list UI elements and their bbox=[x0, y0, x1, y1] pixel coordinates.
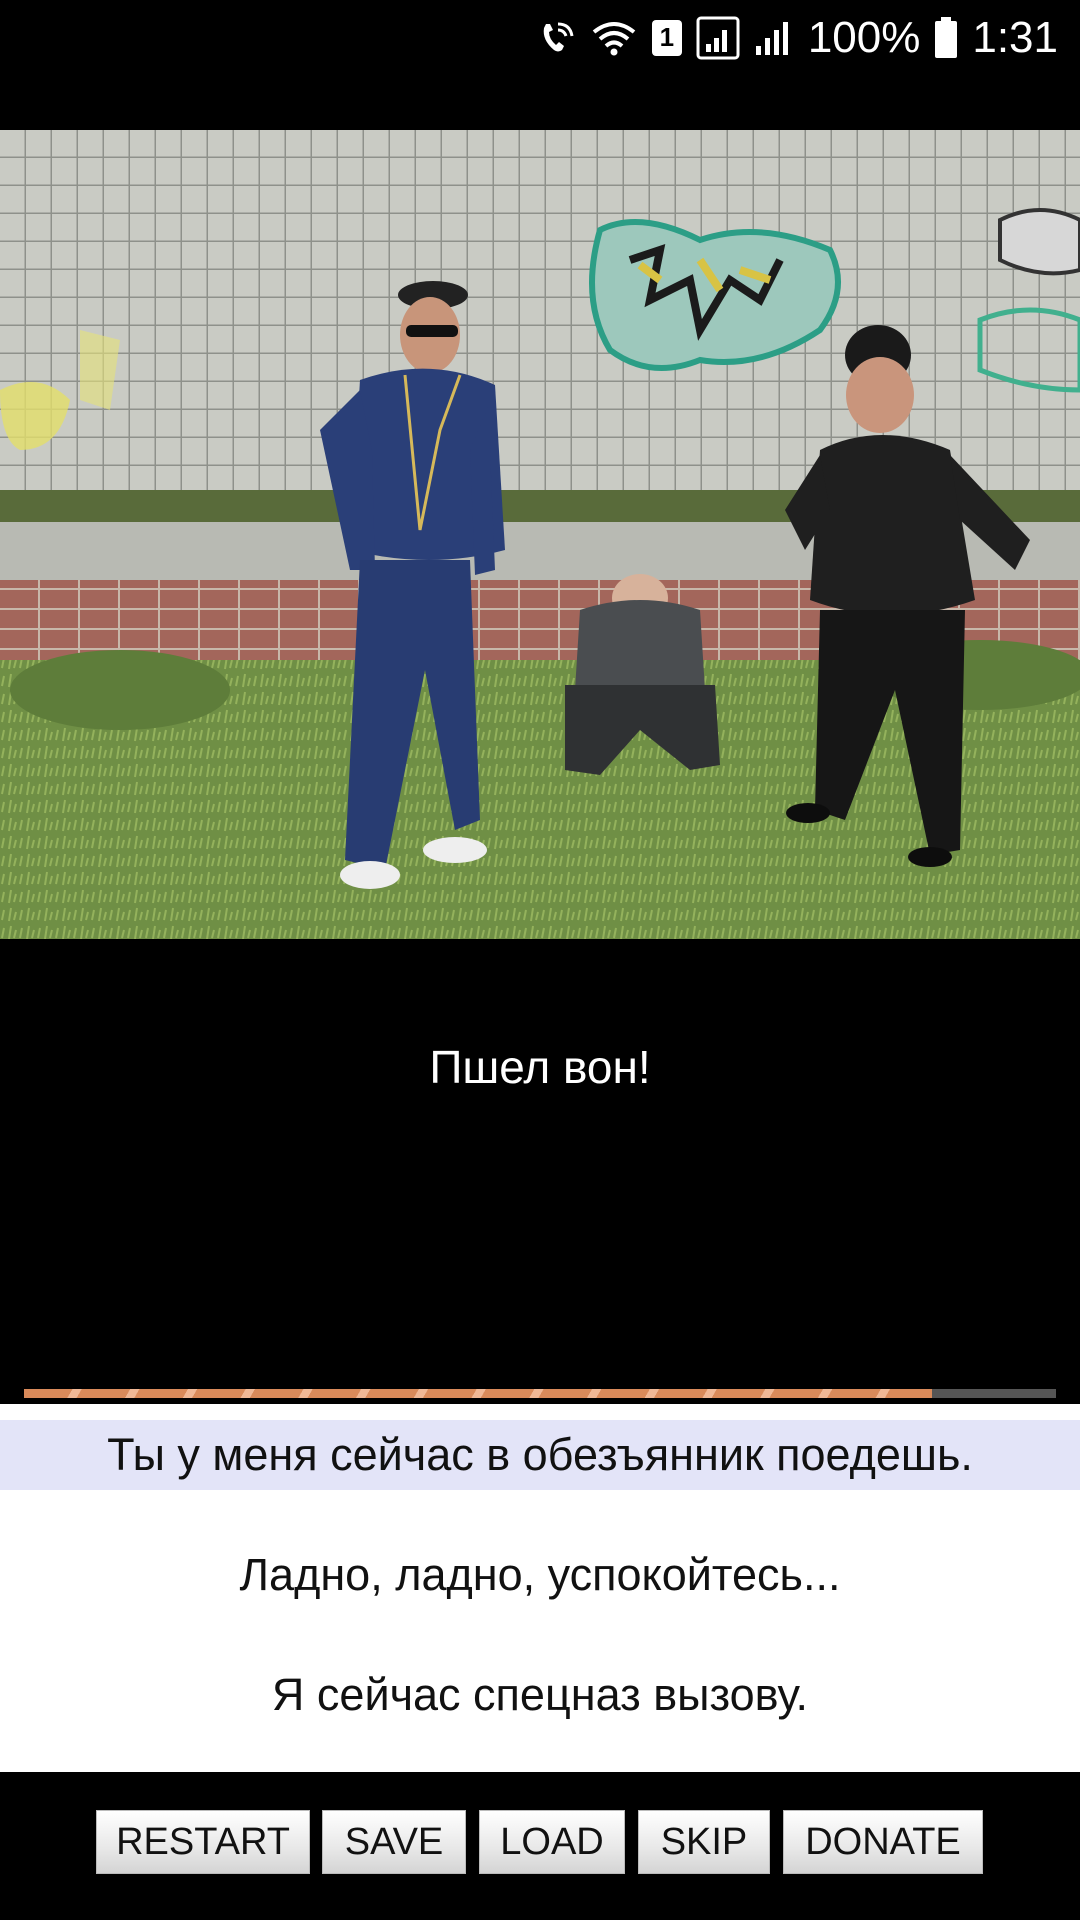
narration-text: Пшел вон! bbox=[429, 1041, 651, 1093]
choice-option-3[interactable]: Я сейчас спецназ вызову. bbox=[0, 1660, 1080, 1730]
battery-icon bbox=[934, 16, 958, 59]
status-bar: 1 100% 1:31 bbox=[0, 0, 1080, 75]
donate-button[interactable]: DONATE bbox=[783, 1810, 983, 1874]
progress-bar bbox=[24, 1389, 1056, 1398]
clock: 1:31 bbox=[972, 12, 1058, 62]
battery-percent: 100% bbox=[807, 12, 921, 62]
skip-button[interactable]: SKIP bbox=[638, 1810, 770, 1874]
wifi-call-icon bbox=[536, 18, 576, 58]
progress-fill bbox=[24, 1389, 933, 1398]
signal-icon bbox=[696, 16, 740, 60]
status-icons: 1 100% 1:31 bbox=[536, 0, 1058, 75]
choice-option-1[interactable]: Ты у меня сейчас в обезъянник поедешь. bbox=[0, 1420, 1080, 1490]
choice-option-2[interactable]: Ладно, ладно, успокойтесь... bbox=[0, 1540, 1080, 1610]
bottom-toolbar: RESTART SAVE LOAD SKIP DONATE bbox=[0, 1772, 1080, 1920]
signal-icon-2 bbox=[754, 18, 794, 58]
restart-button[interactable]: RESTART bbox=[96, 1810, 310, 1874]
save-button[interactable]: SAVE bbox=[322, 1810, 466, 1874]
wifi-icon bbox=[590, 18, 638, 58]
load-button[interactable]: LOAD bbox=[479, 1810, 625, 1874]
sim-badge: 1 bbox=[651, 19, 682, 56]
choice-list: Ты у меня сейчас в обезъянник поедешь. Л… bbox=[0, 1404, 1080, 1772]
scene-image bbox=[0, 130, 1080, 939]
